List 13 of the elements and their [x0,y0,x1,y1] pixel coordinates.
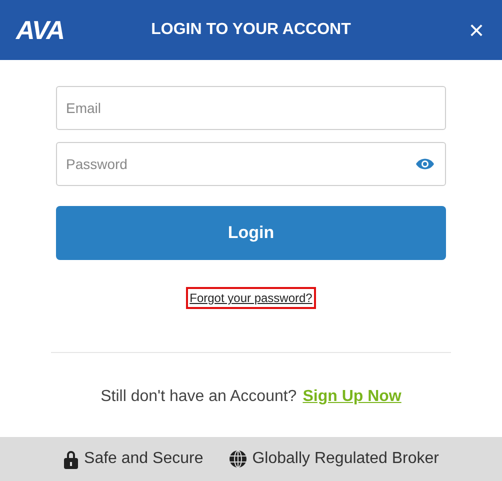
dialog-title: LOGIN TO YOUR ACCONT [150,20,352,40]
eye-icon[interactable] [415,157,435,171]
close-button[interactable]: × [386,17,486,43]
globe-icon [229,450,248,468]
footer-label: Globally Regulated Broker [252,449,439,469]
forgot-password-link[interactable]: Forgot your password? [188,289,314,307]
email-field[interactable]: Email [56,86,446,130]
signup-prompt: Still don't have an Account? [100,387,297,407]
footer-label: Safe and Secure [84,449,204,469]
login-button[interactable]: Login [56,206,446,260]
password-field[interactable]: Password [56,142,446,186]
lock-icon [63,449,80,469]
logo: AVA [16,14,66,46]
